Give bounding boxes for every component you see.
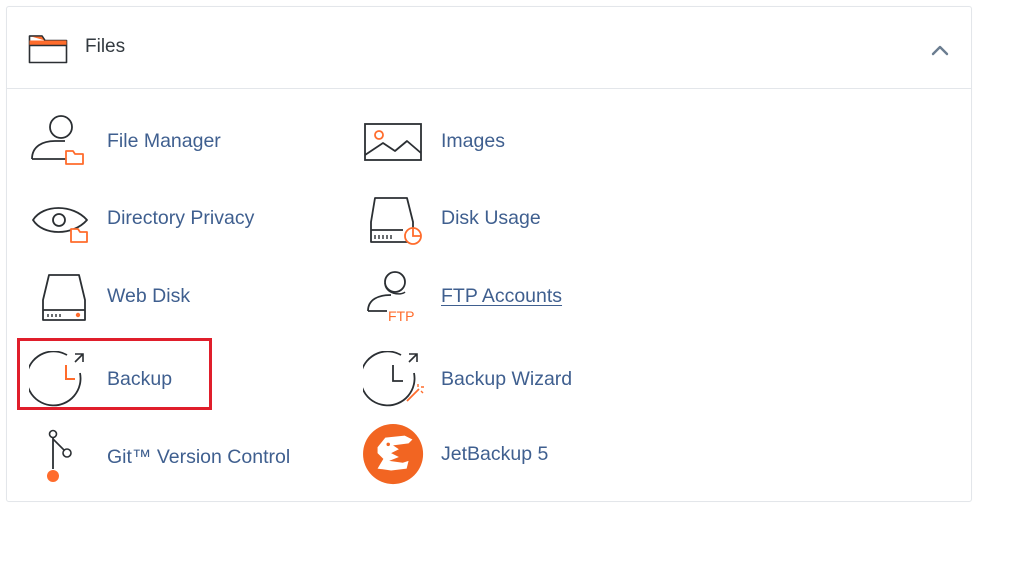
item-backup[interactable]: Backup xyxy=(29,351,209,407)
item-label: Backup Wizard xyxy=(441,368,573,390)
item-label: JetBackup 5 xyxy=(441,443,549,465)
item-images[interactable]: Images xyxy=(363,113,563,169)
item-file-manager[interactable]: File Manager xyxy=(29,113,249,169)
images-icon xyxy=(364,123,422,161)
item-jetbackup[interactable]: JetBackup 5 xyxy=(363,424,583,485)
item-directory-privacy[interactable]: Directory Privacy xyxy=(29,190,269,246)
item-label: Backup xyxy=(107,368,173,390)
backup-wizard-icon xyxy=(363,351,424,407)
item-label: Directory Privacy xyxy=(107,207,255,229)
git-version-control-icon xyxy=(47,429,72,482)
item-disk-usage[interactable]: Disk Usage xyxy=(363,190,563,246)
item-label: Web Disk xyxy=(107,285,191,307)
item-label: File Manager xyxy=(107,130,221,152)
item-label: Images xyxy=(441,130,505,152)
item-label: Disk Usage xyxy=(441,207,541,229)
panel-header[interactable]: Files xyxy=(7,7,971,89)
page: Files File Manager Images Directory Priv… xyxy=(0,0,1024,576)
item-label: FTP Accounts xyxy=(441,285,563,307)
item-ftp-accounts[interactable]: FTP FTP Accounts xyxy=(363,268,583,324)
svg-text:FTP: FTP xyxy=(388,308,414,324)
panel-title: Files xyxy=(85,36,126,57)
directory-privacy-icon xyxy=(32,207,88,243)
files-panel: Files File Manager Images Directory Priv… xyxy=(6,6,972,502)
backup-icon xyxy=(29,351,84,407)
web-disk-icon xyxy=(42,274,86,321)
file-manager-icon xyxy=(31,115,84,165)
ftp-accounts-icon: FTP xyxy=(367,271,414,324)
disk-usage-icon xyxy=(370,197,422,245)
folder-icon xyxy=(28,35,68,64)
chevron-up-icon[interactable] xyxy=(925,37,955,63)
item-git-version-control[interactable]: Git™ Version Control xyxy=(29,429,309,485)
item-label: Git™ Version Control xyxy=(107,446,291,468)
jetbackup-icon xyxy=(363,424,424,485)
item-web-disk[interactable]: Web Disk xyxy=(29,268,229,324)
item-backup-wizard[interactable]: Backup Wizard xyxy=(363,351,583,407)
